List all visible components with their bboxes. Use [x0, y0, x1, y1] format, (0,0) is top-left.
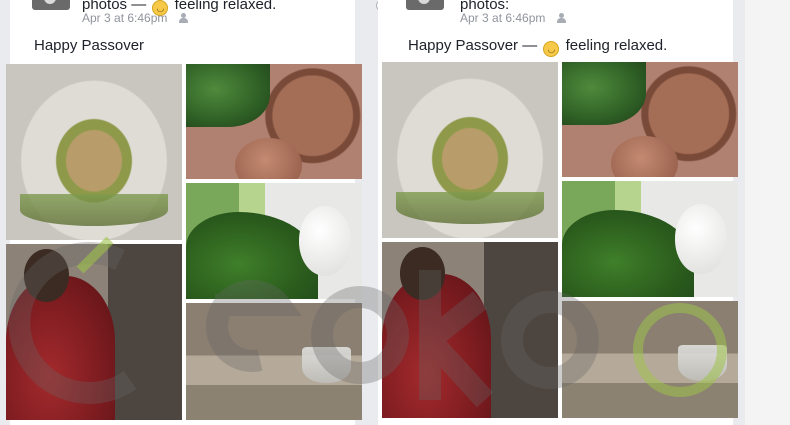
feeling-text[interactable]: feeling relaxed.	[566, 37, 668, 54]
post-status-text: Happy Passover — ◡ feeling relaxed.	[408, 37, 667, 57]
smiley-face-icon: ◡	[543, 41, 560, 57]
post-meta: Apr 3 at 6:46pm	[82, 11, 191, 25]
photo-quinoa-bowl[interactable]	[6, 64, 182, 240]
photo-seder-plate[interactable]	[186, 64, 362, 179]
status-body: Happy Passover —	[408, 37, 538, 54]
post-card: photos — ◡ feeling relaxed. Apr 3 at 6:4…	[6, 0, 362, 425]
post-left-pane: photos — ◡ feeling relaxed. Apr 3 at 6:4…	[0, 0, 370, 425]
post-card: photos: Apr 3 at 6:46pm Happy Passover —…	[378, 0, 738, 425]
post-status-text: Happy Passover	[34, 37, 145, 54]
friends-icon[interactable]	[556, 13, 569, 23]
profile-avatar[interactable]	[32, 0, 70, 10]
post-timestamp[interactable]: Apr 3 at 6:46pm	[460, 11, 545, 25]
photo-table-glass[interactable]	[186, 303, 362, 420]
photo-quinoa-bowl[interactable]	[382, 62, 558, 238]
friends-icon[interactable]	[178, 13, 191, 23]
post-timestamp[interactable]: Apr 3 at 6:46pm	[82, 11, 167, 25]
photo-parsley-eggs[interactable]	[562, 181, 738, 297]
profile-avatar[interactable]	[406, 0, 444, 10]
photo-diners[interactable]	[382, 242, 558, 418]
post-right-pane: photos: Apr 3 at 6:46pm Happy Passover —…	[370, 0, 745, 425]
photo-seder-plate[interactable]	[562, 62, 738, 177]
photo-parsley-eggs[interactable]	[186, 183, 362, 299]
background-strip	[745, 0, 790, 425]
post-meta: Apr 3 at 6:46pm	[460, 11, 569, 25]
photo-diners[interactable]	[6, 244, 182, 420]
photo-table-glass[interactable]	[562, 301, 738, 418]
